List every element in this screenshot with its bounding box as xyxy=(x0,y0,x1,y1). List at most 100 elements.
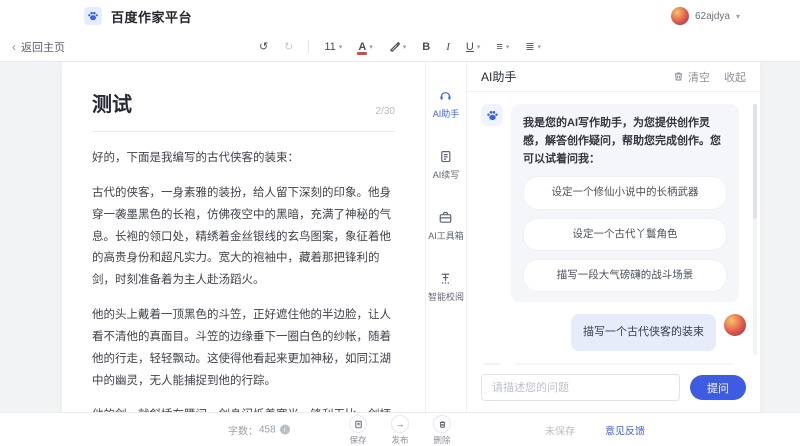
footer-bar: 字数：458 i 保存 → 发布 删除 未保存 意见反馈 xyxy=(0,412,800,446)
nav-label: AI助手 xyxy=(433,107,460,120)
question-input[interactable] xyxy=(481,374,680,401)
publish-button[interactable]: → 发布 xyxy=(391,415,409,446)
title-char-counter: 2/30 xyxy=(376,106,395,117)
back-home-label: 返回主页 xyxy=(21,39,65,55)
highlight-color-button[interactable]: ▾ xyxy=(384,38,412,55)
bold-button[interactable]: B xyxy=(417,38,435,56)
text-color-button[interactable]: A▾ xyxy=(353,38,377,56)
ask-button[interactable]: 提问 xyxy=(690,375,746,400)
headset-icon xyxy=(438,88,453,103)
undo-icon: ↺ xyxy=(259,40,268,53)
word-count: 字数：458 i xyxy=(228,422,290,437)
spellcheck-icon xyxy=(438,271,453,286)
font-size-select[interactable]: 11▾ xyxy=(319,38,347,56)
sub-toolbar: ‹ 返回主页 ↺ ↻ 11▾ A▾ ▾ B I U▾ ≡▾ ≣▾ xyxy=(0,32,800,62)
toolbar-divider xyxy=(308,40,309,53)
doc-paragraph: 古代的侠客，一身素雅的装扮，给人留下深刻的印象。他身穿一袭墨黑色的长袍，仿佛夜空… xyxy=(92,183,395,292)
ai-message: 我是您的AI写作助手，为您提供创作灵感，解答创作疑问，帮助您完成创作。您可以试着… xyxy=(481,104,746,302)
suggestion-button[interactable]: 描写一段大气磅礴的战斗场景 xyxy=(523,259,727,292)
username: 62ajdya xyxy=(695,11,730,22)
collapse-label: 收起 xyxy=(724,69,746,85)
chevron-down-icon: ▾ xyxy=(506,43,510,51)
nav-item-ai-continue[interactable]: AI续写 xyxy=(433,149,460,181)
document-editor[interactable]: 测试 2/30 好的，下面是我编写的古代侠客的装束： 古代的侠客，一身素雅的装扮，… xyxy=(62,62,425,412)
undo-button[interactable]: ↺ xyxy=(254,37,273,56)
suggestion-button[interactable]: 设定一个古代丫鬟角色 xyxy=(523,218,727,251)
toolbox-icon xyxy=(438,210,453,225)
save-label: 保存 xyxy=(349,434,366,446)
ai-message: 好的，下面是我编写的古代侠客的装束： 古代的侠客，一身素雅的装扮，给人留下深刻的… xyxy=(481,363,746,366)
feedback-link[interactable]: 意见反馈 xyxy=(605,422,645,437)
format-toolbar: ↺ ↻ 11▾ A▾ ▾ B I U▾ ≡▾ ≣▾ xyxy=(254,32,546,61)
chevron-down-icon: ▾ xyxy=(736,12,740,21)
doc-paragraph: 他的头上戴着一顶黑色的斗笠，正好遮住他的半边脸，让人看不清他的真面目。斗笠的边缘… xyxy=(92,305,395,392)
app-header: 百度作家平台 62ajdya ▾ xyxy=(0,0,800,32)
chevron-down-icon: ▾ xyxy=(403,43,407,51)
trash-icon xyxy=(673,71,684,82)
save-status: 未保存 xyxy=(545,422,575,437)
nav-label: AI工具箱 xyxy=(428,229,464,242)
suggestion-button[interactable]: 设定一个修仙小说中的长柄武器 xyxy=(523,176,727,209)
doc-actions: 保存 → 发布 删除 xyxy=(349,415,451,446)
clear-chat-button[interactable]: 清空 xyxy=(673,69,710,85)
ask-row: 提问 xyxy=(467,365,760,412)
account-menu[interactable]: 62ajdya ▾ xyxy=(671,7,740,25)
title-divider xyxy=(92,131,395,132)
underline-icon: U xyxy=(466,41,474,53)
align-icon: ≡ xyxy=(496,41,502,53)
back-home-link[interactable]: ‹ 返回主页 xyxy=(12,39,65,55)
chat-area[interactable]: 我是您的AI写作助手，为您提供创作灵感，解答创作疑问，帮助您完成创作。您可以试着… xyxy=(467,92,760,365)
italic-button[interactable]: I xyxy=(441,38,455,56)
underline-button[interactable]: U▾ xyxy=(461,38,485,56)
redo-button[interactable]: ↻ xyxy=(279,37,298,56)
nav-label: 智能校阅 xyxy=(428,290,464,303)
chevron-down-icon: ▾ xyxy=(369,43,373,51)
bot-avatar-icon xyxy=(481,104,503,126)
save-button[interactable]: 保存 xyxy=(349,415,367,446)
nav-label: AI续写 xyxy=(433,168,460,181)
word-count-label: 字数： xyxy=(228,422,258,437)
list-icon: ≣ xyxy=(525,40,534,53)
app-title: 百度作家平台 xyxy=(111,7,192,26)
font-size-value: 11 xyxy=(324,41,335,53)
main-area: 测试 2/30 好的，下面是我编写的古代侠客的装束： 古代的侠客，一身素雅的装扮，… xyxy=(0,62,800,412)
suggestion-list: 设定一个修仙小说中的长柄武器设定一个古代丫鬟角色描写一段大气磅礴的战斗场景 xyxy=(523,176,727,292)
ai-nav-rail: AI助手 AI续写 AI工具箱 智能校阅 xyxy=(425,62,467,412)
delete-trash-icon xyxy=(438,420,447,429)
publish-arrow-icon: → xyxy=(396,419,405,429)
highlight-pen-icon xyxy=(389,41,400,52)
nav-item-smart-proofread[interactable]: 智能校阅 xyxy=(428,271,464,303)
nav-item-ai-toolbox[interactable]: AI工具箱 xyxy=(428,210,464,242)
info-icon: i xyxy=(280,425,290,435)
doc-title-input[interactable]: 测试 xyxy=(92,88,132,117)
save-doc-icon xyxy=(354,420,363,429)
ai-message-bubble: 好的，下面是我编写的古代侠客的装束： 古代的侠客，一身素雅的装扮，给人留下深刻的… xyxy=(511,363,739,366)
text-color-icon: A xyxy=(358,41,366,53)
document-icon xyxy=(438,149,453,164)
chat-scrollbar[interactable] xyxy=(753,104,757,355)
ai-message-bubble: 我是您的AI写作助手，为您提供创作灵感，解答创作疑问，帮助您完成创作。您可以试着… xyxy=(511,104,739,302)
chevron-down-icon: ▾ xyxy=(538,43,542,51)
delete-label: 删除 xyxy=(433,434,450,446)
ai-panel-header: AI助手 清空 收起 xyxy=(467,62,760,92)
chevron-down-icon: ▾ xyxy=(477,43,481,51)
align-button[interactable]: ≡▾ xyxy=(491,38,514,56)
baidu-paw-logo-icon xyxy=(84,7,102,25)
user-message-bubble: 描写一个古代侠客的装束 xyxy=(571,314,716,350)
brand: 百度作家平台 xyxy=(84,7,192,26)
word-count-value: 458 xyxy=(259,424,276,435)
chevron-left-icon: ‹ xyxy=(12,40,16,54)
welcome-text: 我是您的AI写作助手，为您提供创作灵感，解答创作疑问，帮助您完成创作。您可以试着… xyxy=(523,114,727,168)
doc-paragraph: 好的，下面是我编写的古代侠客的装束： xyxy=(92,148,395,170)
ai-assistant-panel: AI助手 清空 收起 xyxy=(467,62,760,412)
collapse-panel-button[interactable]: 收起 xyxy=(724,69,746,85)
redo-icon: ↻ xyxy=(284,40,293,53)
nav-item-ai-assistant[interactable]: AI助手 xyxy=(433,88,460,120)
clear-chat-label: 清空 xyxy=(688,69,710,85)
workspace-card: 测试 2/30 好的，下面是我编写的古代侠客的装束： 古代的侠客，一身素雅的装扮，… xyxy=(62,62,760,412)
list-button[interactable]: ≣▾ xyxy=(520,37,546,56)
user-message: 描写一个古代侠客的装束 xyxy=(481,314,746,350)
ai-panel-title: AI助手 xyxy=(481,68,516,85)
delete-button[interactable]: 删除 xyxy=(433,415,451,446)
doc-body[interactable]: 好的，下面是我编写的古代侠客的装束： 古代的侠客，一身素雅的装扮，给人留下深刻的印… xyxy=(92,148,395,412)
